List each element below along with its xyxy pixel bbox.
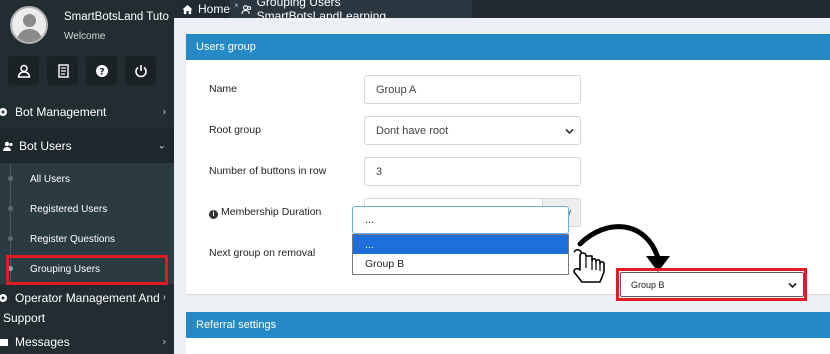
name-label: Name [209,83,238,95]
sidebar-item-messages[interactable]: Messages › [0,324,174,354]
sidebar: SmartBotsLand Tuto Welcome ? Bot Managem… [0,0,174,354]
next-group-value: ... [365,214,375,226]
chevron-down-icon [788,282,797,288]
hand-pointer-icon [573,249,605,283]
sidebar-item-operator-management[interactable]: Operator Management And Support › [0,284,174,325]
sidebar-item-label: Operator Management And [15,291,160,305]
user-name: SmartBotsLand Tuto [64,11,169,23]
sidebar-subitem-register-questions[interactable]: Register Questions [0,224,174,254]
membership-duration-text: Membership Duration [221,206,322,218]
bullet-icon [8,236,13,241]
tab-home[interactable]: Home [174,0,230,18]
box-title: Users group [186,34,830,60]
root-group-value: Dont have root [376,124,449,137]
bullet-icon [8,206,13,211]
info-icon: i [209,210,218,219]
next-group-label: Next group on removal [209,247,316,259]
dropdown-option[interactable]: ... [353,235,568,254]
home-icon [182,4,193,14]
sidebar-subitem-label: All Users [30,173,71,185]
chevron-right-icon: › [162,336,166,347]
sidebar-menu: Bot Management › Bot Users ⌄ All Users R… [0,94,174,354]
next-group-select[interactable]: ... [352,206,569,234]
chevron-down-icon: ⌄ [157,140,166,152]
tab-label: Home [197,2,230,16]
user-icon [17,64,30,78]
sidebar-item-label: Bot Management [15,104,107,119]
sidebar-subitem-label: Register Questions [30,233,116,245]
next-group-dropdown: ... Group B [352,234,569,275]
help-icon: ? [95,64,108,77]
svg-text:?: ? [99,67,104,77]
avatar [10,6,48,44]
users-icon [241,4,251,14]
tab-bar: Home × Grouping Users SmartBotsLandLearn… [174,0,830,23]
chevron-right-icon: › [162,106,166,117]
root-group-select[interactable]: Dont have root [364,116,581,145]
help-button[interactable]: ? [86,56,117,85]
sidebar-subitem-all-users[interactable]: All Users [0,164,174,194]
buttons-in-row-field[interactable]: 3 [364,157,581,186]
callout-group-value: Group B [631,279,665,290]
sidebar-subitem-registered-users[interactable]: Registered Users [0,194,174,224]
tab-label: Grouping Users SmartBotsLandLearning [256,0,387,23]
buttons-in-row-label: Number of buttons in row [209,165,327,177]
referral-settings-box: Referral settings [186,312,830,354]
user-status: Welcome [64,31,106,42]
referral-settings-title: Referral settings [186,312,830,338]
root-group-label: Root group [209,124,261,136]
power-icon [134,64,147,77]
membership-duration-label: i Membership Duration [209,206,321,219]
gear-icon [0,107,7,116]
sidebar-item-label: Messages [15,334,70,349]
gear-icon [0,294,7,302]
highlight-box [6,255,168,285]
name-field[interactable]: Group A [364,75,581,104]
bullet-icon [8,176,13,181]
dropdown-option[interactable]: Group B [353,254,568,273]
envelope-icon [0,338,8,346]
sidebar-tools: ? [8,56,156,85]
chevron-right-icon: › [162,292,166,303]
users-icon [3,141,13,151]
close-icon[interactable]: × [234,1,239,10]
chevron-down-icon [565,128,574,134]
name-value: Group A [376,83,417,96]
profile-button[interactable] [8,56,39,85]
documents-button[interactable] [47,56,78,85]
logout-button[interactable] [125,56,156,85]
user-panel: SmartBotsLand Tuto Welcome [0,0,174,52]
sidebar-item-bot-users[interactable]: Bot Users ⌄ [0,129,174,164]
callout-group-select[interactable]: Group B [620,272,804,297]
sidebar-subitem-label: Registered Users [30,203,108,215]
document-icon [57,63,69,78]
sidebar-item-bot-management[interactable]: Bot Management › [0,94,174,129]
buttons-in-row-value: 3 [376,165,383,178]
tab-grouping-users[interactable]: × Grouping Users SmartBotsLandLearning [230,0,472,23]
sidebar-item-label: Bot Users [19,139,72,153]
